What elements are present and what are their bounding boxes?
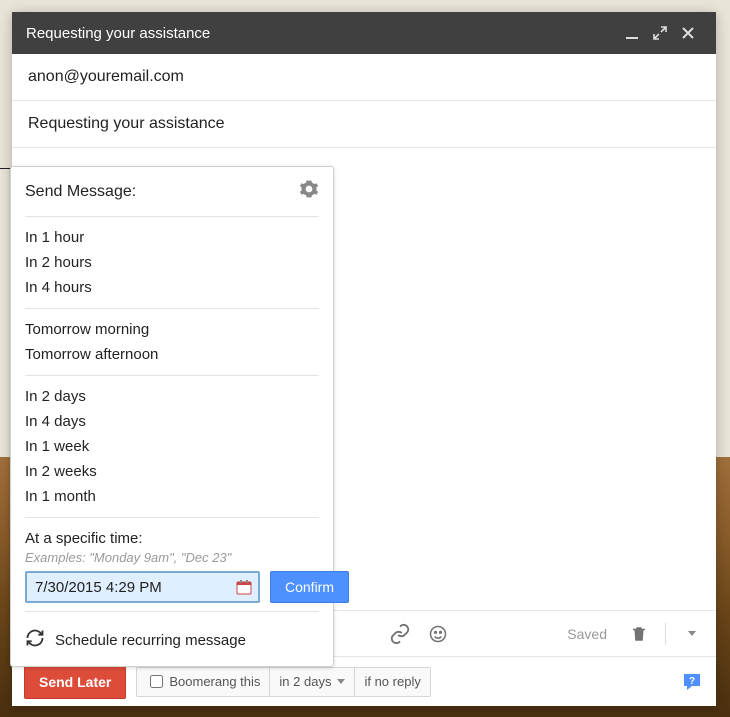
more-menu[interactable] [680, 622, 704, 646]
time-input-wrap [25, 571, 260, 603]
schedule-popover: Send Message: In 1 hour In 2 hours In 4 … [10, 166, 334, 667]
boomerang-label: Boomerang this [169, 674, 260, 689]
schedule-option[interactable]: Tomorrow morning [25, 317, 319, 342]
divider [25, 611, 319, 612]
schedule-group-2: Tomorrow morning Tomorrow afternoon [25, 313, 319, 371]
expand-icon[interactable] [646, 26, 674, 40]
minimize-icon[interactable] [618, 26, 646, 40]
help-icon[interactable]: ? [680, 670, 704, 694]
schedule-header: Send Message: [25, 167, 319, 212]
boomerang-interval: in 2 days [279, 674, 331, 689]
time-input[interactable] [33, 578, 236, 597]
send-later-button[interactable]: Send Later [24, 665, 126, 699]
calendar-icon[interactable] [236, 579, 252, 595]
boomerang-condition-label: if no reply [364, 674, 420, 689]
specific-time-examples: Examples: "Monday 9am", "Dec 23" [25, 547, 319, 571]
gear-icon[interactable] [299, 179, 319, 204]
svg-text:?: ? [689, 676, 695, 687]
compose-header: Requesting your assistance [12, 12, 716, 54]
confirm-button[interactable]: Confirm [270, 571, 349, 603]
schedule-title: Send Message: [25, 183, 299, 201]
boomerang-checkbox-input[interactable] [150, 675, 163, 688]
schedule-option[interactable]: In 2 weeks [25, 459, 319, 484]
schedule-option[interactable]: In 4 days [25, 409, 319, 434]
boomerang-condition[interactable]: if no reply [355, 668, 429, 696]
close-icon[interactable] [674, 26, 702, 40]
boomerang-controls: Boomerang this in 2 days if no reply [136, 667, 430, 697]
trash-icon[interactable] [627, 622, 651, 646]
schedule-option[interactable]: In 1 month [25, 484, 319, 509]
schedule-option[interactable]: In 1 week [25, 434, 319, 459]
saved-status: Saved [567, 626, 607, 642]
schedule-option[interactable]: In 2 hours [25, 250, 319, 275]
schedule-option[interactable]: In 4 hours [25, 275, 319, 300]
recurring-label: Schedule recurring message [55, 632, 246, 649]
recurring-option[interactable]: Schedule recurring message [25, 616, 319, 666]
schedule-group-3: In 2 days In 4 days In 1 week In 2 weeks… [25, 380, 319, 513]
specific-time-row: Confirm [25, 571, 319, 607]
divider [25, 375, 319, 376]
chevron-down-icon [337, 679, 345, 684]
divider [665, 623, 666, 645]
boomerang-interval-dropdown[interactable]: in 2 days [270, 668, 355, 696]
schedule-option[interactable]: Tomorrow afternoon [25, 342, 319, 367]
recipients-field[interactable]: anon@youremail.com [12, 54, 716, 101]
divider [25, 216, 319, 217]
link-icon[interactable] [388, 622, 412, 646]
schedule-option[interactable]: In 2 days [25, 384, 319, 409]
boomerang-checkbox[interactable]: Boomerang this [137, 668, 270, 696]
subject-field[interactable]: Requesting your assistance [12, 101, 716, 148]
compose-title: Requesting your assistance [26, 25, 618, 42]
refresh-icon [25, 628, 45, 652]
divider [25, 517, 319, 518]
divider [25, 308, 319, 309]
specific-time-label: At a specific time: [25, 522, 319, 547]
schedule-group-1: In 1 hour In 2 hours In 4 hours [25, 221, 319, 304]
schedule-option[interactable]: In 1 hour [25, 225, 319, 250]
emoji-icon[interactable] [426, 622, 450, 646]
